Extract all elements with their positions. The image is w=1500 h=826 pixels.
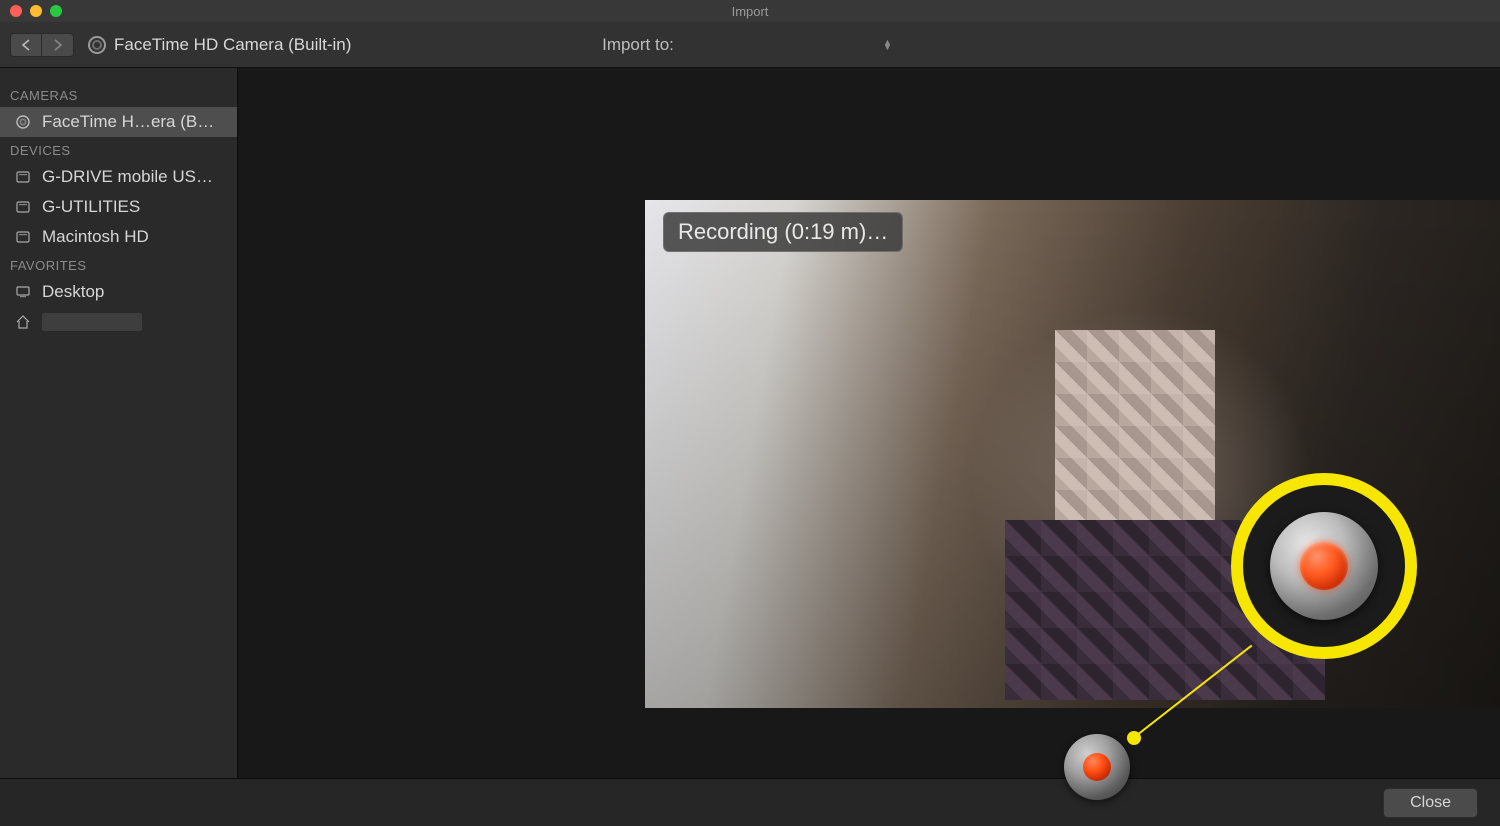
import-window: Import FaceTime HD Camera (Built-in) Imp…: [0, 0, 1500, 826]
sidebar-item-label: Desktop: [42, 282, 223, 302]
camera-source-label: FaceTime HD Camera (Built-in): [88, 35, 351, 55]
chevron-right-icon: [53, 39, 63, 51]
record-icon: [1083, 753, 1111, 781]
toolbar: FaceTime HD Camera (Built-in) Import to:…: [0, 22, 1500, 68]
section-head-cameras: CAMERAS: [0, 82, 237, 107]
camera-source-text: FaceTime HD Camera (Built-in): [114, 35, 351, 55]
import-to-label: Import to:: [602, 35, 674, 55]
sidebar-item-label-redacted: [42, 313, 142, 331]
body: CAMERAS FaceTime H…era (Built-in) DEVICE…: [0, 68, 1500, 778]
sidebar-item-gdrive[interactable]: G-DRIVE mobile USB-C: [0, 162, 237, 192]
minimize-window-button[interactable]: [30, 5, 42, 17]
sidebar-item-label: Macintosh HD: [42, 227, 223, 247]
desktop-icon: [14, 283, 32, 301]
camera-icon: [14, 113, 32, 131]
recording-indicator: Recording (0:19 m)…: [663, 212, 903, 252]
updown-icon: ▲▼: [883, 40, 892, 50]
close-window-button[interactable]: [10, 5, 22, 17]
content-area: Recording (0:19 m)…: [238, 68, 1500, 778]
sidebar: CAMERAS FaceTime H…era (Built-in) DEVICE…: [0, 68, 238, 778]
annotation-leader-dot: [1127, 731, 1141, 745]
nav-buttons: [10, 33, 74, 57]
back-button[interactable]: [10, 33, 42, 57]
section-head-favorites: FAVORITES: [0, 252, 237, 277]
close-button[interactable]: Close: [1383, 788, 1478, 818]
sidebar-item-facetime-camera[interactable]: FaceTime H…era (Built-in): [0, 107, 237, 137]
sidebar-item-label: G-UTILITIES: [42, 197, 223, 217]
chevron-left-icon: [21, 39, 31, 51]
sidebar-item-label: G-DRIVE mobile USB-C: [42, 167, 223, 187]
window-controls: [10, 5, 62, 17]
sidebar-item-gutilities[interactable]: G-UTILITIES: [0, 192, 237, 222]
home-icon: [14, 313, 32, 331]
drive-icon: [14, 228, 32, 246]
drive-icon: [14, 168, 32, 186]
record-icon: [1300, 542, 1348, 590]
pixelated-face-region: [1055, 330, 1215, 530]
sidebar-item-home[interactable]: [0, 307, 237, 337]
window-title: Import: [732, 4, 769, 19]
zoom-window-button[interactable]: [50, 5, 62, 17]
sidebar-item-desktop[interactable]: Desktop: [0, 277, 237, 307]
section-head-devices: DEVICES: [0, 137, 237, 162]
annotation-highlight-circle: [1231, 473, 1417, 659]
import-to-dropdown[interactable]: ▲▼: [688, 32, 898, 58]
import-to-group: Import to: ▲▼: [602, 32, 898, 58]
sidebar-item-label: FaceTime H…era (Built-in): [42, 112, 223, 132]
record-button-enlarged: [1270, 512, 1378, 620]
drive-icon: [14, 198, 32, 216]
footer: Close: [0, 778, 1500, 826]
titlebar: Import: [0, 0, 1500, 22]
sidebar-item-macintosh-hd[interactable]: Macintosh HD: [0, 222, 237, 252]
record-button[interactable]: [1064, 734, 1130, 800]
camera-icon: [88, 36, 106, 54]
forward-button[interactable]: [42, 33, 74, 57]
